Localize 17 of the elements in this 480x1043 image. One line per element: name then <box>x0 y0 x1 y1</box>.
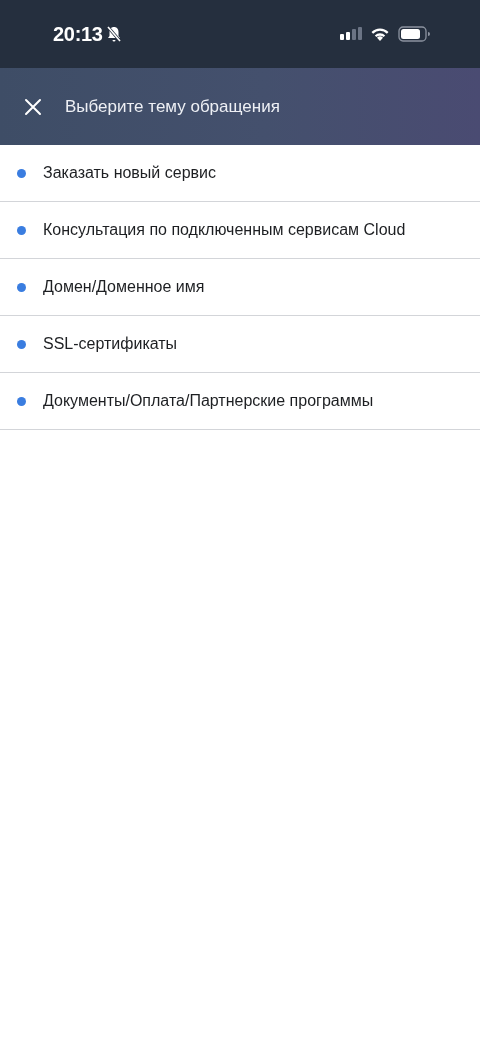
topic-item[interactable]: Консультация по подключенным сервисам Cloud <box>0 202 480 259</box>
bullet-icon <box>17 282 26 292</box>
status-time: 20:13 <box>53 22 103 46</box>
topic-item[interactable]: Заказать новый сервис <box>0 145 480 202</box>
wifi-icon <box>370 26 390 42</box>
battery-icon <box>398 26 430 42</box>
bullet-icon <box>17 225 26 235</box>
bullet-icon <box>17 396 26 406</box>
muted-bell-icon <box>105 25 122 43</box>
header-title: Выберите тему обращения <box>65 96 280 117</box>
topic-item[interactable]: Документы/Оплата/Партнерские программы <box>0 373 480 430</box>
topic-item[interactable]: Домен/Доменное имя <box>0 259 480 316</box>
topic-item[interactable]: SSL-сертификаты <box>0 316 480 373</box>
signal-icon <box>340 27 362 41</box>
bullet-icon <box>17 168 26 178</box>
bullet-icon <box>17 339 26 349</box>
close-button[interactable] <box>24 97 42 116</box>
